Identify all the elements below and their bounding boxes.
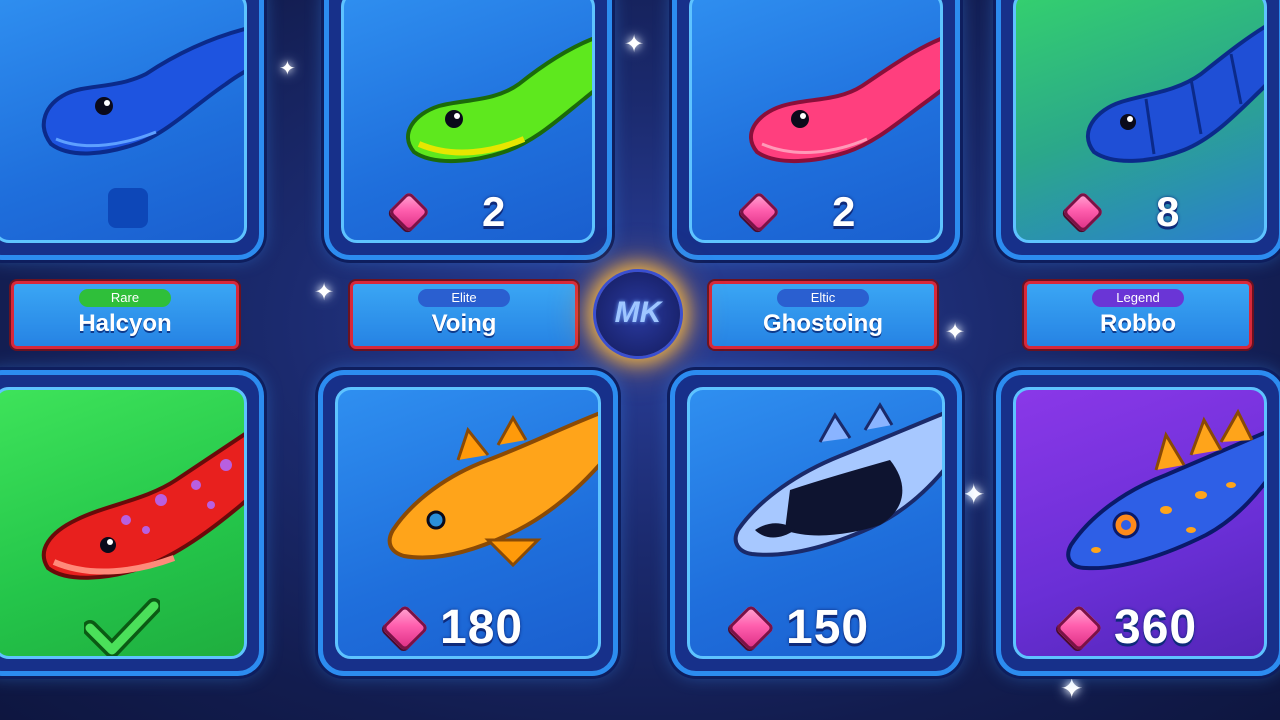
pink-gem-icon [387, 190, 431, 234]
card-background: 8 [1013, 0, 1267, 243]
shop-card-ghostoing[interactable]: 2 [672, 0, 960, 260]
shop-card-robbo[interactable]: 8 [996, 0, 1280, 260]
price-tag: 2 [387, 188, 507, 236]
card-background [0, 387, 247, 659]
price-value: 180 [440, 601, 524, 654]
sparkle-decoration: ✦ [624, 30, 645, 58]
pink-gem-icon [380, 603, 430, 652]
card-background: 360 [1013, 387, 1267, 659]
price-value: 8 [1156, 188, 1181, 235]
pink-gem-icon [1061, 190, 1105, 234]
label-halcyon: Rare Halcyon [11, 281, 239, 349]
price-tag: 2 [737, 188, 857, 236]
price-value: 150 [786, 601, 870, 654]
label-robbo: Legend Robbo [1024, 281, 1252, 349]
rarity-badge: Elite [418, 289, 510, 307]
price-tag: 8 [1061, 188, 1181, 236]
checkmark-icon [84, 598, 160, 656]
price-value: 2 [482, 188, 507, 235]
sparkle-decoration: ✦ [279, 56, 296, 80]
owned-checkbox[interactable] [108, 188, 148, 228]
channel-logo: MK [596, 272, 680, 356]
sparkle-decoration: ✦ [945, 318, 966, 346]
card-background: 180 [335, 387, 601, 659]
creature-name: Halcyon [78, 310, 172, 337]
sparkle-decoration: ✦ [1060, 672, 1084, 705]
sparkle-decoration: ✦ [962, 478, 986, 511]
shop-card-halcyon[interactable] [0, 0, 264, 260]
price-tag: 180 [380, 600, 524, 655]
creature-name: Robbo [1100, 310, 1176, 337]
card-background: 2 [689, 0, 943, 243]
creature-name: Voing [431, 310, 497, 337]
rarity-badge: Rare [79, 289, 171, 307]
rarity-badge: Eltic [777, 289, 869, 307]
shop-card-spiky-fish[interactable]: 360 [996, 370, 1280, 676]
shop-card-voing[interactable]: 2 [324, 0, 612, 260]
label-voing: Elite Voing [350, 281, 578, 349]
shop-card-koi-fish[interactable]: 150 [670, 370, 962, 676]
pink-gem-icon [1054, 603, 1104, 652]
creature-name: Ghostoing [763, 310, 883, 337]
price-tag: 150 [726, 600, 870, 655]
label-ghostoing: Eltic Ghostoing [709, 281, 937, 349]
card-background [0, 0, 247, 243]
pink-gem-icon [737, 190, 781, 234]
shop-card-orange-fish[interactable]: 180 [318, 370, 618, 676]
price-value: 360 [1114, 601, 1198, 654]
logo-text: MK [614, 296, 662, 329]
card-background: 2 [341, 0, 595, 243]
sparkle-decoration: ✦ [314, 278, 335, 306]
shop-card-red-lizard[interactable] [0, 370, 264, 676]
card-background: 150 [687, 387, 945, 659]
rarity-badge: Legend [1092, 289, 1184, 307]
price-tag: 360 [1054, 600, 1198, 655]
price-value: 2 [832, 188, 857, 235]
pink-gem-icon [726, 603, 776, 652]
